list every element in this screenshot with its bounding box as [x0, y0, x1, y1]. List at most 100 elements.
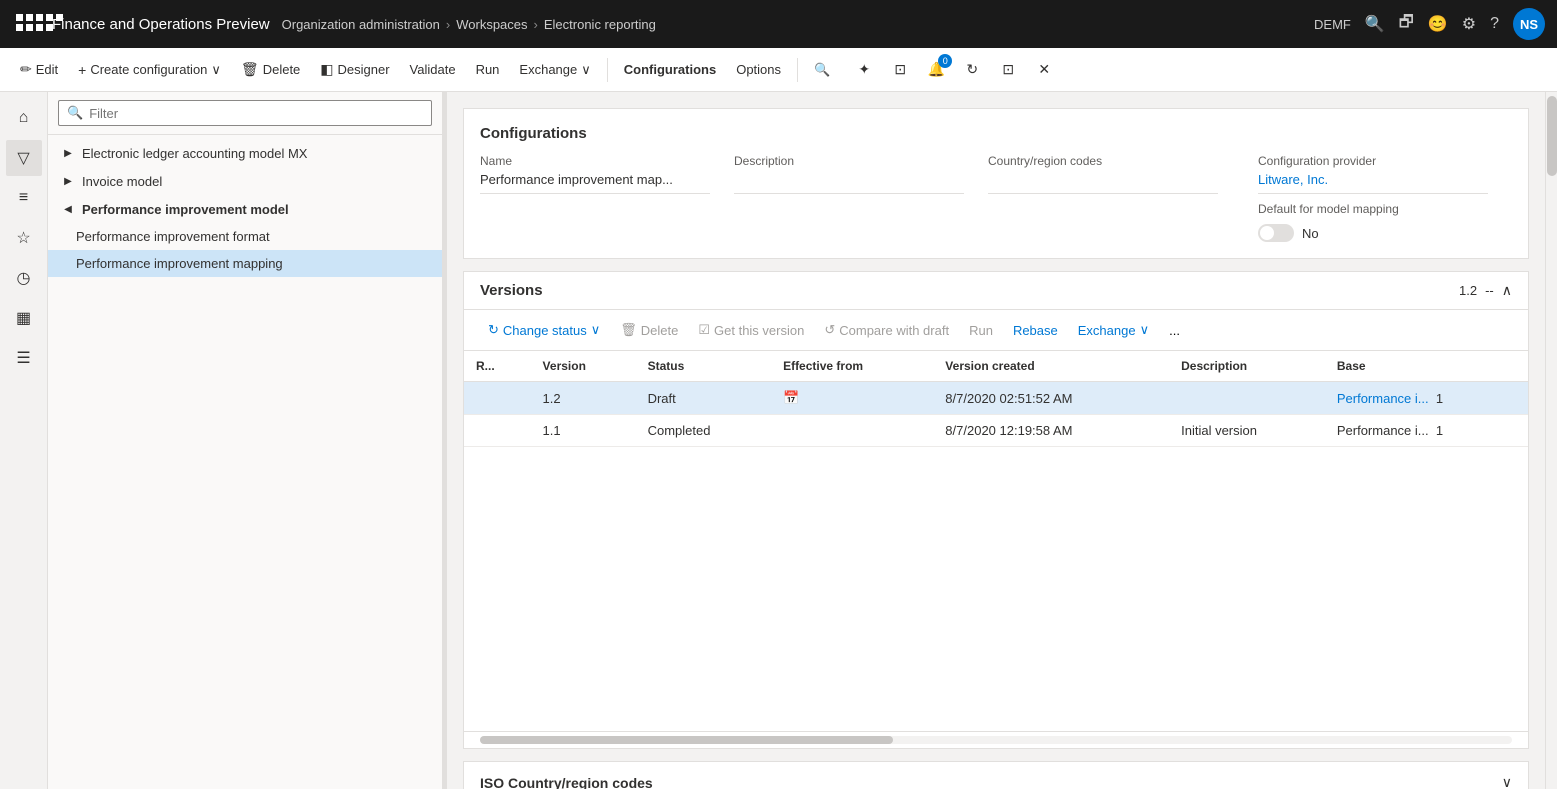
versions-header: Versions 1.2 -- ∧ — [464, 272, 1528, 310]
create-configuration-button[interactable]: + Create configuration ∨ — [70, 58, 229, 82]
breadcrumb-item-2[interactable]: Workspaces — [456, 17, 527, 32]
tree-item-performance-format[interactable]: Performance improvement format — [48, 223, 442, 250]
personalize-icon[interactable]: ✦ — [850, 56, 878, 84]
iso-title: ISO Country/region codes — [480, 775, 1502, 789]
search-icon: 🔍 — [814, 62, 830, 78]
breadcrumb: Organization administration › Workspaces… — [282, 17, 1302, 32]
col-description: Description — [1169, 351, 1325, 382]
title-bar: Finance and Operations Preview Organizat… — [0, 0, 1557, 48]
plus-icon: + — [78, 62, 86, 78]
compare-icon: ↺ — [824, 322, 835, 338]
fullscreen-icon[interactable]: ⊡ — [886, 56, 914, 84]
avatar[interactable]: NS — [1513, 8, 1545, 40]
workspace-icon[interactable]: ▦ — [6, 300, 42, 336]
breadcrumb-sep-1: › — [446, 17, 450, 32]
col-r: R... — [464, 351, 531, 382]
default-toggle[interactable] — [1258, 224, 1294, 242]
country-field: Country/region codes — [988, 154, 1242, 242]
options-button[interactable]: Options — [728, 58, 789, 81]
breadcrumb-item-1[interactable]: Organization administration — [282, 17, 440, 32]
rebase-button[interactable]: Rebase — [1005, 319, 1066, 342]
validate-button[interactable]: Validate — [402, 58, 464, 81]
version-exchange-chevron: ∨ — [1140, 322, 1150, 338]
configurations-button[interactable]: Configurations — [616, 58, 724, 81]
horizontal-scrollbar[interactable] — [480, 736, 1512, 744]
versions-collapse-icon[interactable]: ∧ — [1502, 282, 1512, 299]
version-exchange-button[interactable]: Exchange ∨ — [1070, 318, 1157, 342]
version-delete-button[interactable]: 🗑 Delete — [612, 318, 686, 342]
exchange-button[interactable]: Exchange ∨ — [511, 58, 598, 82]
notification-icon[interactable]: 🔔 0 — [922, 56, 950, 84]
default-toggle-row: No — [1258, 224, 1488, 242]
popout-icon[interactable]: ⊡ — [994, 56, 1022, 84]
default-label: Default for model mapping — [1258, 202, 1399, 216]
tree-item-label: Electronic ledger accounting model MX — [82, 146, 430, 161]
vertical-scrollbar[interactable] — [1545, 92, 1557, 789]
title-bar-right: DEMF 🔍 🗗 😊 ⚙ ? NS — [1314, 8, 1545, 40]
close-icon[interactable]: ✕ — [1030, 56, 1058, 84]
recent-icon[interactable]: ◷ — [6, 260, 42, 296]
cell-description — [1169, 382, 1325, 415]
horizontal-scrollbar-thumb — [480, 736, 893, 744]
refresh-icon[interactable]: ↻ — [958, 56, 986, 84]
hamburger-icon[interactable]: ≡ — [6, 180, 42, 216]
tree-item-label: Performance improvement model — [82, 202, 430, 217]
versions-table-container: R... Version Status Effective from Versi… — [464, 351, 1528, 731]
tree-item-performance-mapping[interactable]: Performance improvement mapping — [48, 250, 442, 277]
emoji-icon[interactable]: 😊 — [1428, 14, 1448, 34]
filter-icon[interactable]: ▽ — [6, 140, 42, 176]
config-fields: Name Performance improvement map... Desc… — [480, 154, 1512, 242]
table-row[interactable]: 1.2 Draft 📅 8/7/2020 02:51:52 AM Perform… — [464, 382, 1528, 415]
filter-input[interactable] — [89, 106, 423, 121]
compare-with-draft-button[interactable]: ↺ Compare with draft — [816, 318, 957, 342]
filter-box[interactable]: 🔍 — [58, 100, 432, 126]
cell-r — [464, 415, 531, 447]
run-button[interactable]: Run — [468, 58, 508, 81]
iso-collapse-icon[interactable]: ∨ — [1502, 774, 1512, 789]
delete-button[interactable]: 🗑 Delete — [233, 57, 308, 82]
versions-version: 1.2 — [1459, 283, 1477, 298]
edit-button[interactable]: ✏ Edit — [12, 57, 66, 82]
search-icon[interactable]: 🔍 — [1365, 14, 1385, 34]
sidebar-icons: ⌂ ▽ ≡ ☆ ◷ ▦ ☰ — [0, 92, 48, 789]
command-separator-1 — [607, 58, 608, 82]
notifications-icon[interactable]: 🗗 — [1399, 11, 1414, 38]
more-options-button[interactable]: ... — [1161, 319, 1188, 342]
tree-item-invoice-model[interactable]: ▶ Invoice model — [48, 167, 442, 195]
cell-base: Performance i... 1 — [1325, 382, 1528, 415]
tree-item-electronic-ledger[interactable]: ▶ Electronic ledger accounting model MX — [48, 139, 442, 167]
description-field: Description — [734, 154, 988, 242]
cmd-search-button[interactable]: 🔍 — [806, 58, 838, 82]
base-link[interactable]: Performance i... — [1337, 391, 1429, 406]
cell-version-created: 8/7/2020 02:51:52 AM — [933, 382, 1169, 415]
apps-icon[interactable] — [12, 10, 40, 38]
provider-value[interactable]: Litware, Inc. — [1258, 172, 1488, 194]
breadcrumb-sep-2: › — [534, 17, 538, 32]
col-effective-from: Effective from — [771, 351, 933, 382]
iso-header: ISO Country/region codes ∨ — [464, 762, 1528, 789]
country-value — [988, 172, 1218, 194]
table-row[interactable]: 1.1 Completed 8/7/2020 12:19:58 AM Initi… — [464, 415, 1528, 447]
calendar-icon[interactable]: 📅 — [783, 390, 799, 405]
get-this-version-button[interactable]: ☑ Get this version — [690, 318, 812, 342]
settings-icon[interactable]: ⚙ — [1462, 14, 1476, 34]
help-icon[interactable]: ? — [1490, 15, 1499, 33]
designer-icon: ◧ — [320, 61, 333, 78]
list-icon[interactable]: ☰ — [6, 340, 42, 376]
favorites-icon[interactable]: ☆ — [6, 220, 42, 256]
exchange-chevron-icon: ∨ — [581, 62, 591, 78]
version-run-button[interactable]: Run — [961, 319, 1001, 342]
tree-item-label: Invoice model — [82, 174, 430, 189]
col-version-created: Version created — [933, 351, 1169, 382]
cell-status: Draft — [636, 382, 771, 415]
home-icon[interactable]: ⌂ — [6, 100, 42, 136]
breadcrumb-item-3[interactable]: Electronic reporting — [544, 17, 656, 32]
cmd-right-icons: ✦ ⊡ 🔔 0 ↻ ⊡ ✕ — [850, 56, 1058, 84]
designer-button[interactable]: ◧ Designer — [312, 57, 397, 82]
versions-panel: Versions 1.2 -- ∧ ↻ Change status ∨ 🗑 De… — [463, 271, 1529, 749]
filter-search-icon: 🔍 — [67, 105, 83, 121]
change-status-button[interactable]: ↻ Change status ∨ — [480, 318, 608, 342]
name-value: Performance improvement map... — [480, 172, 710, 194]
tree-item-performance-model[interactable]: ◀ Performance improvement model — [48, 195, 442, 223]
create-chevron-icon: ∨ — [211, 62, 221, 78]
